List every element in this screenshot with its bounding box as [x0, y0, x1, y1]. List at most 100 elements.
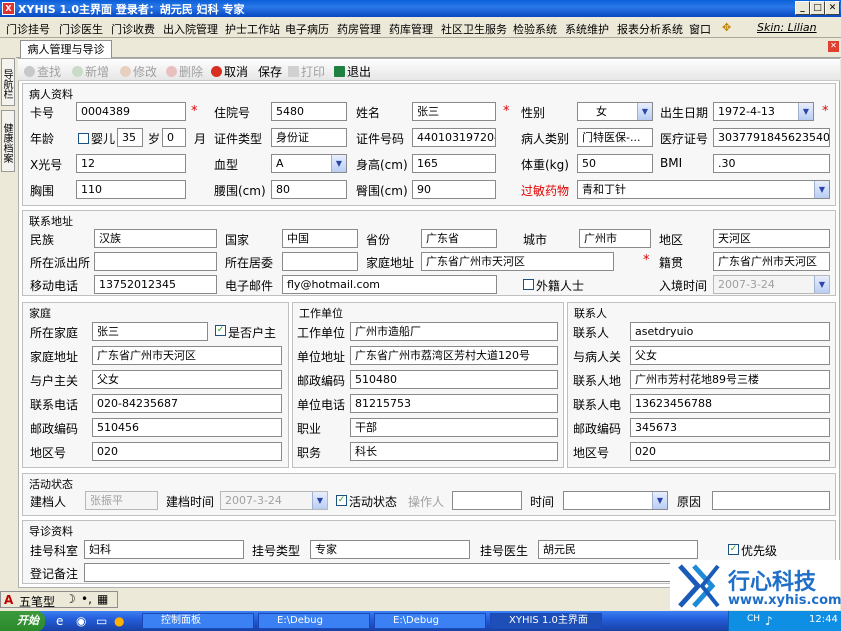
register-type-field[interactable]: 专家	[310, 540, 470, 559]
idtype-field[interactable]: 身份证	[271, 128, 347, 147]
police-field[interactable]	[94, 252, 217, 271]
note-field[interactable]	[84, 563, 684, 582]
allergy-select[interactable]: 青和丁针 ▼	[577, 180, 830, 199]
card-field[interactable]: 0004389	[76, 102, 186, 121]
hip-field[interactable]: 90	[412, 180, 496, 199]
skin-icon[interactable]: ✥	[722, 21, 731, 34]
chevron-down-icon[interactable]: ▼	[312, 492, 327, 509]
height-field[interactable]: 165	[412, 154, 496, 173]
taskbar-item-xyhis[interactable]: XYHIS 1.0主界面	[490, 613, 602, 629]
creator-field[interactable]: 张振平	[85, 491, 158, 510]
menu-outpatient-register[interactable]: 门诊挂号	[6, 21, 50, 37]
birth-date-picker[interactable]: 1972-4-13 ▼	[713, 102, 814, 121]
city-field[interactable]: 广州市	[579, 229, 651, 248]
menu-outpatient-doctor[interactable]: 门诊医生	[59, 21, 103, 37]
ime-icon[interactable]: A	[4, 593, 13, 607]
chevron-down-icon[interactable]: ▼	[814, 181, 829, 198]
quicklaunch-media-icon[interactable]: ◉	[76, 614, 86, 628]
inpatient-field[interactable]: 5480	[271, 102, 347, 121]
mobile-field[interactable]: 13752012345	[94, 275, 217, 294]
bmi-field[interactable]: .30	[713, 154, 830, 173]
nav-panel-tab[interactable]: 导航栏	[1, 58, 15, 106]
work-phone-field[interactable]: 81215753	[350, 394, 558, 413]
minimize-button[interactable]: _	[795, 1, 810, 15]
add-button[interactable]: 新增	[72, 63, 109, 80]
time-picker[interactable]: ▼	[563, 491, 668, 510]
skin-link[interactable]: Skin: Lilian	[757, 21, 817, 34]
print-button[interactable]: 打印	[288, 63, 325, 80]
reason-field[interactable]	[712, 491, 830, 510]
menu-lab[interactable]: 检验系统	[513, 21, 557, 37]
sex-select[interactable]: 女 ▼	[577, 102, 653, 121]
waist-field[interactable]: 80	[271, 180, 347, 199]
blood-select[interactable]: A ▼	[271, 154, 347, 173]
chest-field[interactable]: 110	[76, 180, 186, 199]
menu-outpatient-charge[interactable]: 门诊收费	[111, 21, 155, 37]
save-button[interactable]: 保存	[258, 63, 282, 80]
ime-punct-icon[interactable]: •,	[81, 592, 92, 606]
category-field[interactable]: 门特医保-...	[577, 128, 653, 147]
infant-checkbox[interactable]	[78, 133, 89, 144]
tray-ch-icon[interactable]: CH	[747, 614, 760, 624]
menu-nurse-station[interactable]: 护士工作站	[225, 21, 280, 37]
exit-button[interactable]: 退出	[334, 63, 371, 80]
family-zip-field[interactable]: 510456	[92, 418, 282, 437]
province-field[interactable]: 广东省	[421, 229, 497, 248]
weight-field[interactable]: 50	[577, 154, 653, 173]
ethnic-field[interactable]: 汉族	[94, 229, 217, 248]
chevron-down-icon[interactable]: ▼	[331, 155, 346, 172]
tab-patient-management[interactable]: 病人管理与导诊	[20, 40, 112, 58]
operator-field[interactable]	[452, 491, 522, 510]
work-address-field[interactable]: 广东省广州市荔湾区芳村大道120号	[350, 346, 558, 365]
search-button[interactable]: 查找	[24, 63, 61, 80]
menu-maintenance[interactable]: 系统维护	[565, 21, 609, 37]
chevron-down-icon[interactable]: ▼	[637, 103, 652, 120]
is-head-checkbox[interactable]: ✓	[215, 325, 226, 336]
ime-moon-icon[interactable]: ☽	[65, 592, 76, 606]
entry-date-picker[interactable]: 2007-3-24 ▼	[713, 275, 830, 294]
xray-field[interactable]: 12	[76, 154, 186, 173]
month-field[interactable]: 0	[162, 128, 186, 147]
chevron-down-icon[interactable]: ▼	[814, 276, 829, 293]
quicklaunch-firefox-icon[interactable]: ●	[114, 614, 124, 628]
family-head-field[interactable]: 张三	[92, 322, 208, 341]
ime-keyboard-icon[interactable]: ▦	[97, 592, 108, 606]
cancel-button[interactable]: 取消	[211, 63, 248, 80]
post-field[interactable]: 科长	[350, 442, 558, 461]
taskbar-item-control-panel[interactable]: 控制面板	[142, 613, 254, 629]
menu-reports[interactable]: 报表分析系统	[617, 21, 683, 37]
taskbar-item-debug-1[interactable]: E:\Debug	[258, 613, 370, 629]
country-field[interactable]: 中国	[282, 229, 358, 248]
family-phone-field[interactable]: 020-84235687	[92, 394, 282, 413]
head-relation-field[interactable]: 父女	[92, 370, 282, 389]
priority-checkbox[interactable]: ✓	[728, 544, 739, 555]
contact-area-field[interactable]: 020	[630, 442, 830, 461]
chevron-down-icon[interactable]: ▼	[652, 492, 667, 509]
menu-pharmacy[interactable]: 药房管理	[337, 21, 381, 37]
register-doctor-field[interactable]: 胡元民	[538, 540, 698, 559]
menu-community[interactable]: 社区卫生服务	[441, 21, 507, 37]
name-field[interactable]: 张三	[412, 102, 496, 121]
medcert-field[interactable]: 3037791845623540	[713, 128, 830, 147]
dept-field[interactable]: 妇科	[84, 540, 244, 559]
close-button[interactable]: ✕	[825, 1, 840, 15]
foreign-checkbox[interactable]	[523, 279, 534, 290]
contact-address-field[interactable]: 广州市芳村花地89号三楼	[630, 370, 830, 389]
committee-field[interactable]	[282, 252, 358, 271]
email-field[interactable]: fly@hotmail.com	[282, 275, 497, 294]
quicklaunch-desktop-icon[interactable]: ▭	[96, 614, 107, 628]
quicklaunch-ie-icon[interactable]: e	[56, 614, 63, 628]
chevron-down-icon[interactable]: ▼	[798, 103, 813, 120]
ime-mode[interactable]: 五笔型	[19, 593, 55, 610]
edit-button[interactable]: 修改	[120, 63, 157, 80]
family-area-field[interactable]: 020	[92, 442, 282, 461]
job-field[interactable]: 干部	[350, 418, 558, 437]
native-field[interactable]: 广东省广州市天河区	[713, 252, 830, 271]
taskbar-item-debug-2[interactable]: E:\Debug	[374, 613, 486, 629]
contact-relation-field[interactable]: 父女	[630, 346, 830, 365]
contact-zip-field[interactable]: 345673	[630, 418, 830, 437]
menu-drug-store[interactable]: 药库管理	[389, 21, 433, 37]
maximize-button[interactable]: □	[810, 1, 825, 15]
home-address-field[interactable]: 广东省广州市天河区	[421, 252, 614, 271]
contact-name-field[interactable]: asetdryuio	[630, 322, 830, 341]
